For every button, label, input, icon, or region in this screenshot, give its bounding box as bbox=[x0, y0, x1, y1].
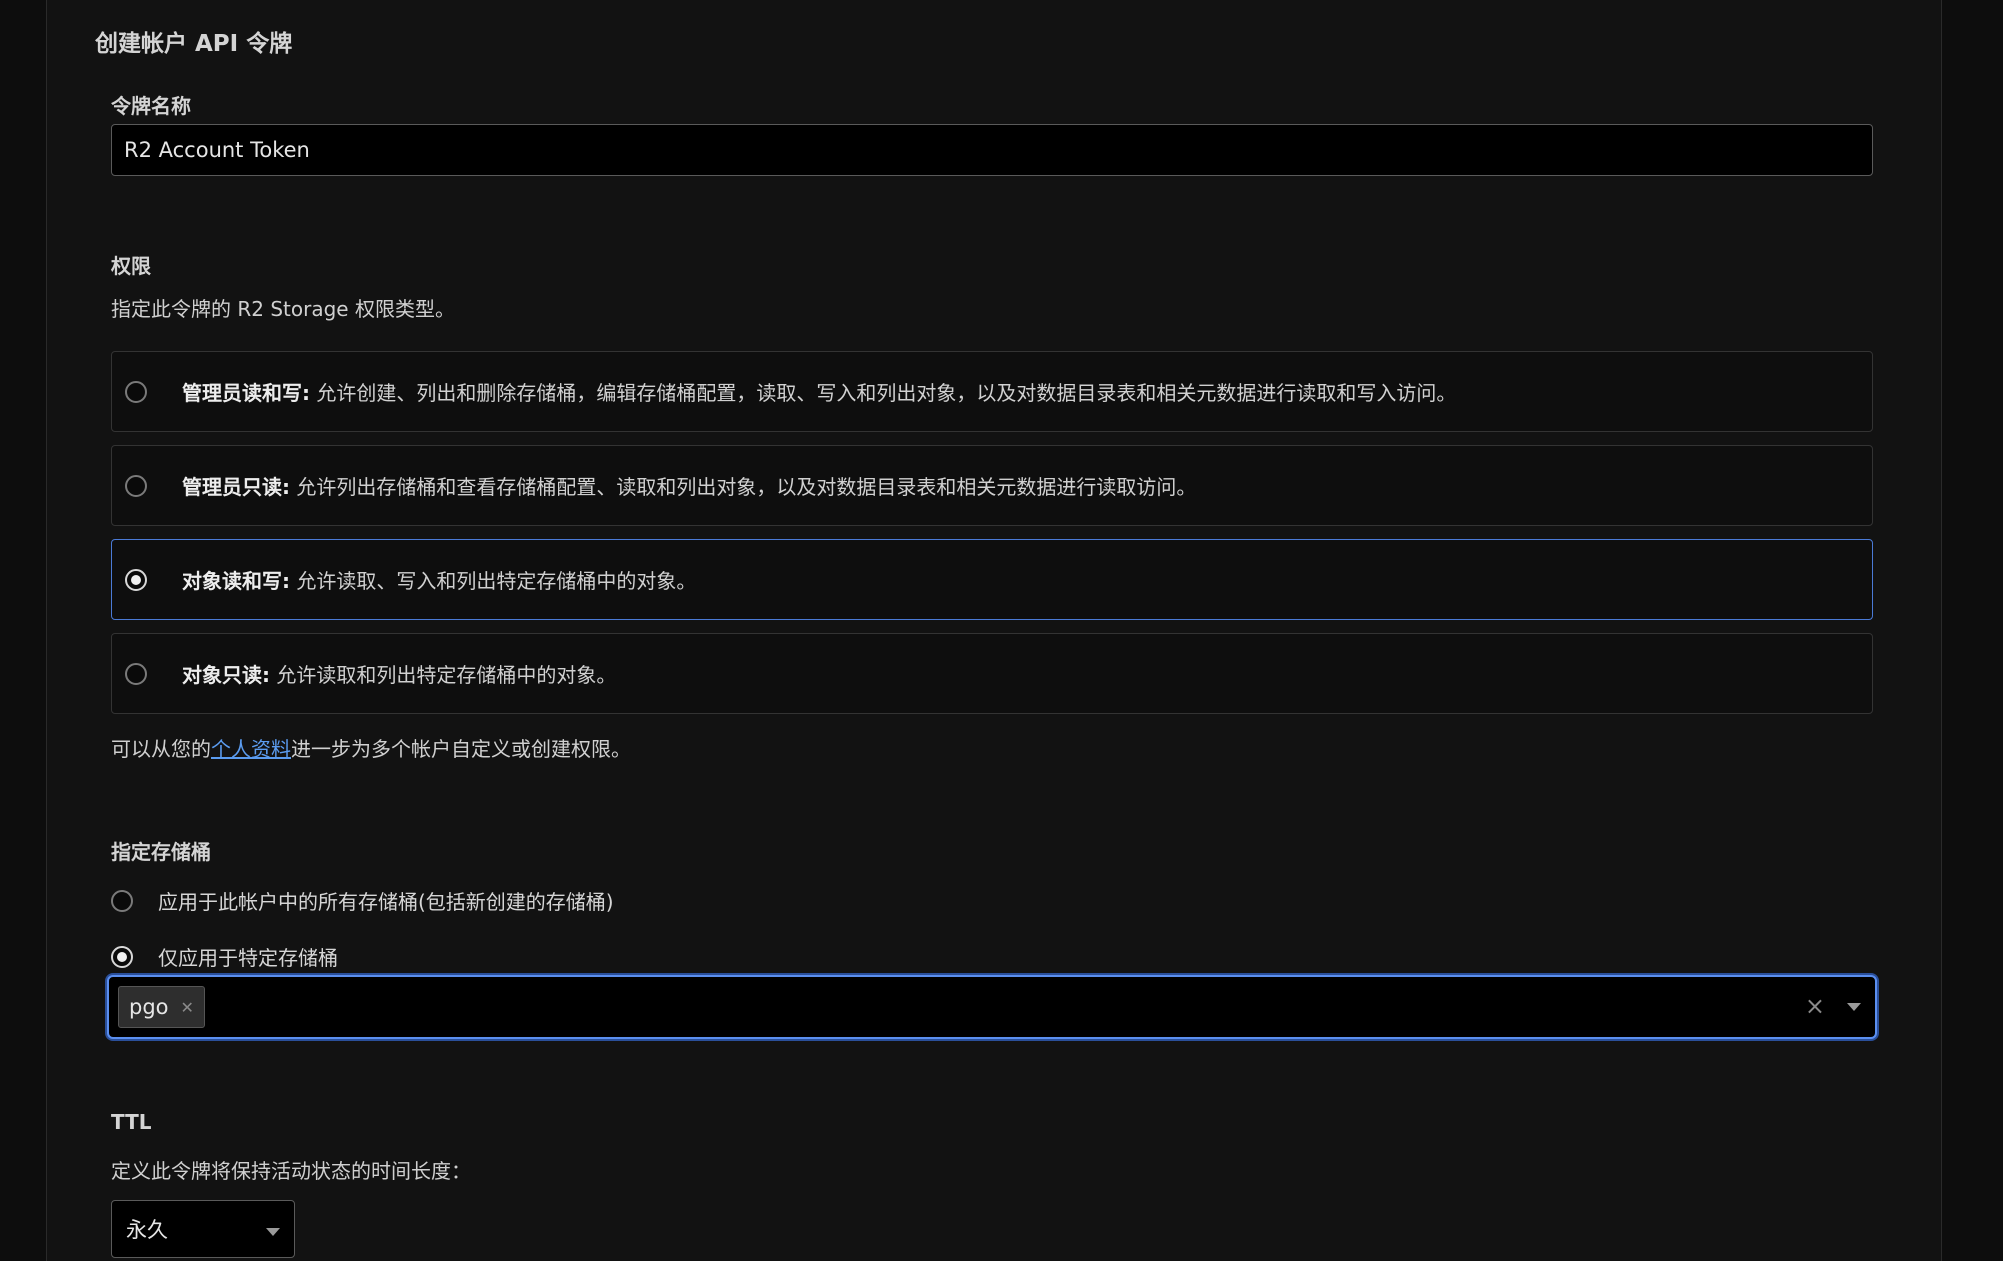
bucket-scope-specific[interactable]: 仅应用于特定存储桶 bbox=[111, 942, 338, 971]
bucket-multiselect[interactable]: pgo ✕ × bbox=[107, 975, 1877, 1039]
permission-option-text: 管理员读和写: 允许创建、列出和删除存储桶，编辑存储桶配置，读取、写入和列出对象… bbox=[182, 377, 1456, 406]
clear-icon[interactable]: × bbox=[1805, 994, 1825, 1018]
permission-option-desc: 允许读取、写入和列出特定存储桶中的对象。 bbox=[290, 569, 697, 593]
content-panel bbox=[46, 0, 1942, 1261]
radio-button-checked[interactable] bbox=[111, 945, 133, 968]
permission-option-desc: 允许创建、列出和删除存储桶，编辑存储桶配置，读取、写入和列出对象，以及对数据目录… bbox=[310, 381, 1457, 405]
remove-tag-icon[interactable]: ✕ bbox=[181, 998, 194, 1017]
bucket-scope-specific-label: 仅应用于特定存储桶 bbox=[158, 946, 338, 970]
bucket-tag-label: pgo bbox=[129, 995, 169, 1019]
buckets-label: 指定存储桶 bbox=[111, 840, 211, 864]
ttl-description: 定义此令牌将保持活动状态的时间长度： bbox=[111, 1159, 471, 1183]
permission-option-object-read-write[interactable]: 对象读和写: 允许读取、写入和列出特定存储桶中的对象。 bbox=[111, 539, 1873, 620]
permission-option-desc: 允许列出存储桶和查看存储桶配置、读取和列出对象，以及对数据目录表和相关元数据进行… bbox=[290, 475, 1197, 499]
ttl-select-value: 永久 bbox=[126, 1218, 168, 1242]
profile-link[interactable]: 个人资料 bbox=[211, 737, 291, 761]
ttl-label: TTL bbox=[111, 1110, 152, 1134]
chevron-down-icon bbox=[266, 1228, 280, 1236]
ttl-select[interactable]: 永久 bbox=[111, 1200, 295, 1258]
permission-option-text: 管理员只读: 允许列出存储桶和查看存储桶配置、读取和列出对象，以及对数据目录表和… bbox=[182, 471, 1196, 500]
token-name-label: 令牌名称 bbox=[111, 94, 191, 118]
permissions-label: 权限 bbox=[111, 254, 151, 278]
chevron-down-icon[interactable] bbox=[1847, 1003, 1861, 1011]
token-name-input[interactable]: R2 Account Token bbox=[111, 124, 1873, 176]
permission-option-text: 对象读和写: 允许读取、写入和列出特定存储桶中的对象。 bbox=[182, 565, 696, 594]
permission-option-title: 管理员读和写: bbox=[182, 381, 310, 405]
permission-option-admin-read-write[interactable]: 管理员读和写: 允许创建、列出和删除存储桶，编辑存储桶配置，读取、写入和列出对象… bbox=[111, 351, 1873, 432]
radio-button[interactable] bbox=[125, 380, 147, 403]
bucket-tag: pgo ✕ bbox=[118, 986, 205, 1028]
permissions-note-prefix: 可以从您的 bbox=[111, 737, 211, 761]
permissions-note: 可以从您的个人资料进一步为多个帐户自定义或创建权限。 bbox=[111, 733, 631, 762]
permissions-description: 指定此令牌的 R2 Storage 权限类型。 bbox=[111, 297, 455, 321]
permission-option-title: 管理员只读: bbox=[182, 475, 290, 499]
radio-button[interactable] bbox=[125, 662, 147, 685]
permission-option-title: 对象只读: bbox=[182, 663, 270, 687]
page-title: 创建帐户 API 令牌 bbox=[95, 31, 293, 57]
permission-option-desc: 允许读取和列出特定存储桶中的对象。 bbox=[270, 663, 617, 687]
permission-option-object-read-only[interactable]: 对象只读: 允许读取和列出特定存储桶中的对象。 bbox=[111, 633, 1873, 714]
radio-button[interactable] bbox=[111, 889, 133, 912]
bucket-scope-all[interactable]: 应用于此帐户中的所有存储桶(包括新创建的存储桶) bbox=[111, 886, 614, 915]
permission-option-admin-read-only[interactable]: 管理员只读: 允许列出存储桶和查看存储桶配置、读取和列出对象，以及对数据目录表和… bbox=[111, 445, 1873, 526]
permission-option-text: 对象只读: 允许读取和列出特定存储桶中的对象。 bbox=[182, 659, 616, 688]
bucket-scope-all-label: 应用于此帐户中的所有存储桶(包括新创建的存储桶) bbox=[158, 890, 614, 914]
radio-button-checked[interactable] bbox=[125, 568, 147, 591]
radio-button[interactable] bbox=[125, 474, 147, 497]
permissions-note-suffix: 进一步为多个帐户自定义或创建权限。 bbox=[291, 737, 631, 761]
permission-option-title: 对象读和写: bbox=[182, 569, 290, 593]
